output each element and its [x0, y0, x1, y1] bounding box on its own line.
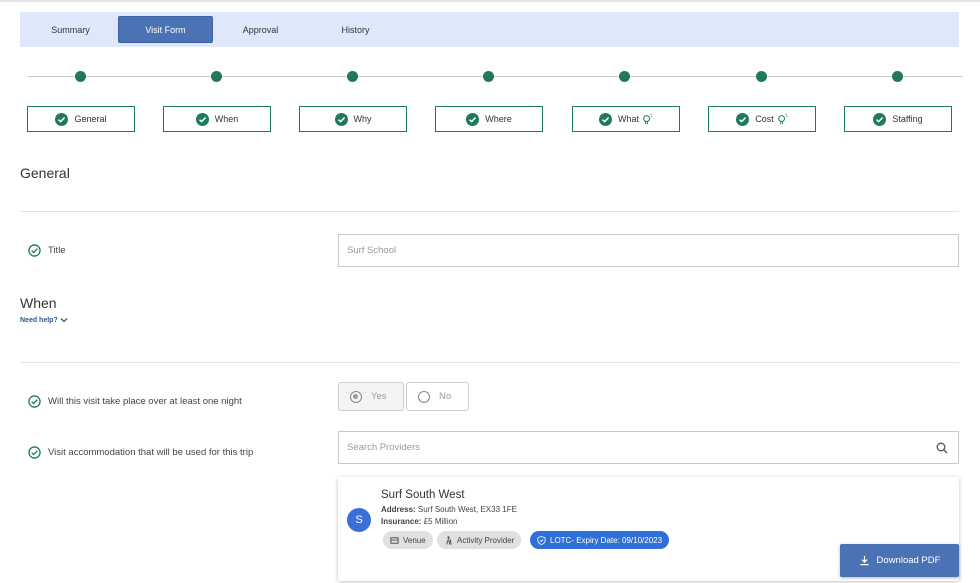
download-pdf-label: Download PDF — [876, 555, 941, 566]
night-field-label: Will this visit take place over at least… — [28, 395, 242, 408]
address-label: Address: — [381, 505, 416, 514]
lightbulb-icon — [643, 113, 653, 124]
chip-label: Activity Provider — [457, 535, 515, 545]
lightbulb-icon — [777, 113, 788, 124]
step-when[interactable]: When — [163, 106, 271, 132]
check-circle-icon — [334, 112, 348, 126]
search-placeholder: Search Providers — [347, 442, 420, 453]
chip-label: Venue — [403, 535, 426, 545]
provider-address: Address: Surf South West, EX33 1FE — [381, 505, 517, 514]
check-circle-outline-icon — [28, 244, 41, 257]
accommodation-field-label: Visit accommodation that will be used fo… — [28, 446, 253, 459]
title-field-label: Title — [28, 244, 66, 257]
tab-visit-form[interactable]: Visit Form — [118, 16, 213, 43]
step-label: Staffing — [892, 114, 923, 124]
radio-label: Yes — [371, 391, 387, 402]
insurance-label: Insurance: — [381, 517, 422, 526]
step-label: Why — [353, 114, 372, 124]
step-staffing[interactable]: Staffing — [844, 106, 952, 132]
tab-history[interactable]: History — [308, 16, 403, 43]
section-title-general: General — [20, 165, 70, 181]
radio-yes[interactable]: Yes — [338, 382, 404, 411]
radio-selected-icon — [350, 390, 362, 403]
address-value: Surf South West, EX33 1FE — [417, 505, 517, 514]
field-label-text: Visit accommodation that will be used fo… — [48, 447, 254, 458]
section-title-when: When — [20, 295, 57, 311]
tab-label: Visit Form — [145, 24, 186, 35]
title-input-value: Surf School — [347, 245, 397, 256]
divider — [20, 362, 959, 363]
step-label: What — [617, 114, 639, 124]
check-circle-outline-icon — [28, 395, 41, 408]
chip-activity-provider: Activity Provider — [437, 531, 522, 549]
tab-label: Summary — [51, 24, 90, 35]
radio-no[interactable]: No — [406, 382, 469, 411]
step-where[interactable]: Where — [435, 106, 543, 132]
download-icon — [859, 555, 869, 566]
step-dot-why — [347, 71, 358, 82]
insurance-value: £5 Million — [423, 517, 458, 526]
title-input[interactable]: Surf School — [338, 234, 959, 267]
search-icon[interactable] — [936, 442, 948, 454]
step-dot-staffing — [892, 71, 903, 82]
chip-lotc-badge: LOTC- Expiry Date: 09/10/2023 — [530, 531, 670, 549]
tab-label: Approval — [242, 24, 279, 35]
tab-approval[interactable]: Approval — [213, 16, 308, 43]
venue-icon — [390, 536, 399, 544]
step-dot-cost — [756, 71, 767, 82]
divider — [20, 211, 959, 212]
step-label: General — [74, 114, 107, 124]
check-circle-icon — [195, 112, 209, 126]
step-why[interactable]: Why — [299, 106, 407, 132]
step-label: Cost — [755, 114, 774, 124]
step-dot-general — [75, 71, 86, 82]
check-circle-icon — [736, 112, 750, 126]
check-circle-icon — [873, 112, 887, 126]
field-label-text: Title — [48, 245, 66, 256]
step-general[interactable]: General — [27, 106, 135, 132]
tab-label: History — [341, 24, 370, 35]
chevron-down-icon — [60, 318, 68, 323]
step-dot-where — [483, 71, 494, 82]
search-providers-input[interactable]: Search Providers — [338, 431, 959, 464]
avatar: S — [347, 508, 371, 532]
radio-unselected-icon — [418, 390, 430, 403]
check-circle-outline-icon — [28, 446, 41, 459]
stepper-line — [28, 76, 963, 77]
tab-summary[interactable]: Summary — [23, 16, 118, 43]
tab-bar: Summary Visit Form Approval History — [20, 12, 959, 47]
need-help-link[interactable]: Need help? — [20, 316, 68, 324]
check-circle-icon — [598, 112, 612, 126]
download-pdf-button[interactable]: Download PDF — [840, 544, 959, 577]
step-what[interactable]: What — [572, 106, 680, 132]
check-circle-icon — [55, 112, 69, 126]
chip-label: LOTC- Expiry Date: 09/10/2023 — [550, 535, 663, 545]
hiking-icon — [446, 535, 452, 545]
provider-name: Surf South West — [381, 489, 465, 501]
shield-check-icon — [537, 535, 546, 545]
chip-venue: Venue — [383, 531, 433, 549]
field-label-text: Will this visit take place over at least… — [48, 396, 242, 407]
step-label: When — [214, 114, 239, 124]
step-label: Where — [485, 114, 512, 124]
radio-label: No — [439, 391, 452, 402]
need-help-text: Need help? — [20, 316, 58, 324]
step-dot-what — [619, 71, 630, 82]
step-dot-when — [211, 71, 222, 82]
top-border — [0, 0, 980, 2]
step-cost[interactable]: Cost — [708, 106, 816, 132]
check-circle-icon — [466, 112, 480, 126]
provider-insurance: Insurance: £5 Million — [381, 517, 458, 526]
